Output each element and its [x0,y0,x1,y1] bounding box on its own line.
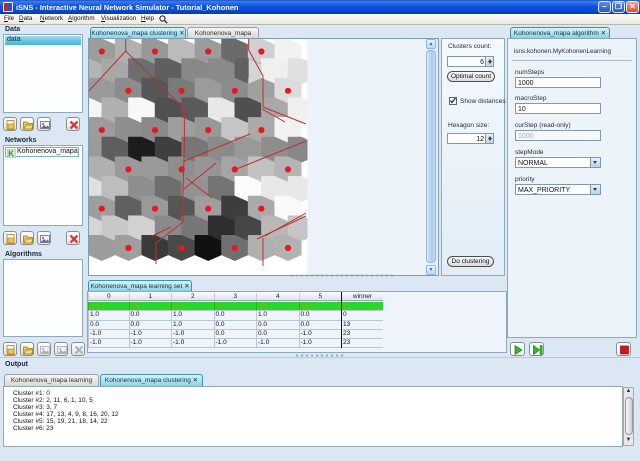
svg-text:K: K [8,149,14,158]
